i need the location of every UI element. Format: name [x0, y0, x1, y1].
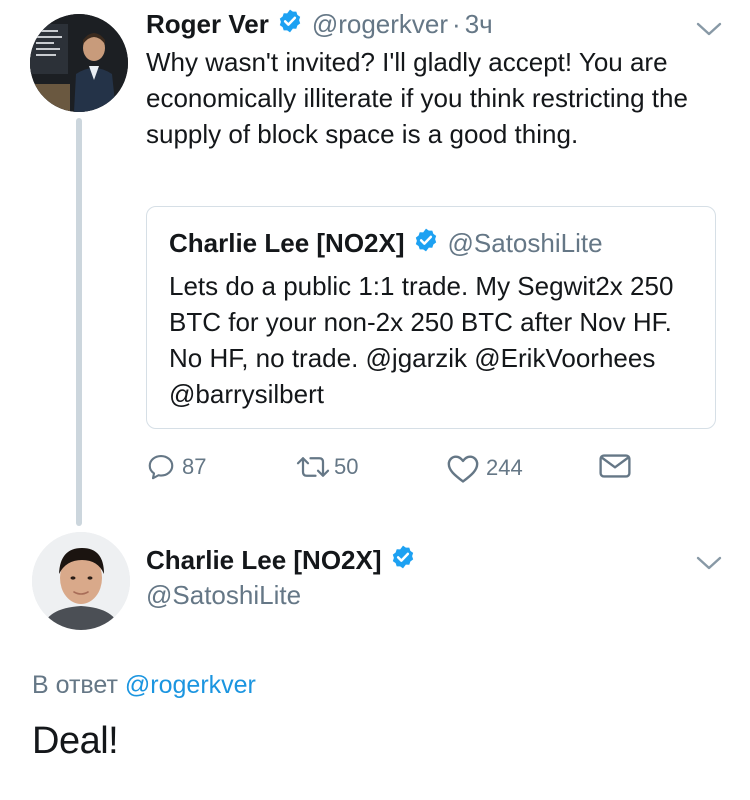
direct-message-button[interactable] [598, 452, 632, 480]
verified-badge-icon [277, 8, 303, 40]
like-count: 244 [486, 455, 523, 480]
like-button[interactable]: 244 [446, 452, 523, 484]
tweet2-author-handle[interactable]: @SatoshiLite [146, 578, 301, 612]
quoted-author-name: Charlie Lee [NO2X] [169, 228, 405, 258]
quoted-tweet-text: Lets do a public 1:1 trade. My Segwit2x … [169, 271, 674, 409]
reply-context-label: В ответ [32, 671, 118, 699]
quoted-tweet-header: Charlie Lee [NO2X] @SatoshiLite [169, 227, 603, 259]
avatar-roger-ver[interactable] [30, 14, 128, 112]
tweet2-author-name[interactable]: Charlie Lee [NO2X] [146, 545, 382, 575]
reply-button[interactable]: 87 [146, 452, 206, 482]
envelope-icon [599, 454, 631, 478]
heart-icon [447, 455, 479, 483]
tweet1-action-bar: 87 50 244 [146, 452, 646, 488]
tweet2-header: Charlie Lee [NO2X] [146, 544, 416, 576]
verified-badge-icon [390, 544, 416, 576]
chevron-down-icon[interactable] [696, 21, 722, 37]
reply-icon [148, 454, 174, 480]
quoted-author-handle: @SatoshiLite [447, 228, 603, 258]
profile-photo-roger-ver-icon [30, 14, 128, 112]
tweet2-text: Deal! [32, 720, 119, 762]
chevron-down-icon[interactable] [696, 555, 722, 571]
reply-count: 87 [182, 454, 207, 479]
quoted-tweet[interactable]: Charlie Lee [NO2X] @SatoshiLite Lets do … [146, 206, 716, 429]
separator-dot: · [452, 9, 461, 39]
tweet1-header: Roger Ver @rogerkver · 3ч [146, 8, 493, 40]
tweet1-author-handle[interactable]: @rogerkver [312, 9, 448, 39]
avatar-charlie-lee[interactable] [32, 532, 130, 630]
reply-to-mention-link[interactable]: @rogerkver [125, 671, 256, 699]
thread-connector-line [76, 118, 82, 526]
retweet-count: 50 [334, 454, 359, 479]
tweet1-text: Why wasn't invited? I'll gladly accept! … [146, 47, 688, 149]
retweet-icon [296, 457, 330, 477]
tweet1-timestamp[interactable]: 3ч [465, 9, 493, 39]
verified-badge-icon [413, 227, 439, 259]
retweet-button[interactable]: 50 [294, 452, 358, 482]
tweet1-author-name[interactable]: Roger Ver [146, 9, 269, 39]
reply-context: В ответ @rogerkver [32, 668, 256, 702]
profile-photo-charlie-lee-icon [32, 532, 130, 630]
